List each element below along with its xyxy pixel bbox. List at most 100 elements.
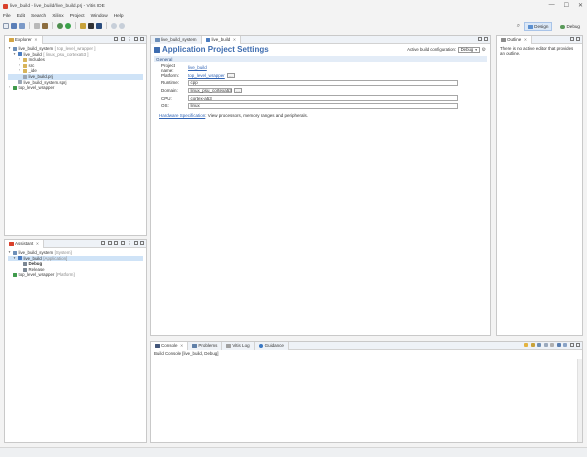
vitis-logo-icon: [3, 3, 8, 9]
manage-build-configs-icon[interactable]: ⚙: [482, 47, 486, 53]
runtime-label: Runtime:: [161, 80, 180, 86]
tab-live-build-system[interactable]: live_build_system: [151, 35, 202, 44]
word-wrap-icon[interactable]: [543, 343, 548, 347]
title-bar: live_build - live_build/live_build.prj -…: [0, 0, 587, 12]
build-config-select[interactable]: Debug ▾: [457, 46, 481, 53]
maximize-view-icon[interactable]: [484, 37, 488, 41]
settings-icon[interactable]: [120, 241, 125, 245]
forward-icon[interactable]: [119, 22, 125, 29]
system-icon: [155, 37, 160, 42]
debug-project-icon[interactable]: [107, 241, 112, 245]
build-icon[interactable]: [42, 22, 48, 29]
project-name-link[interactable]: live_build: [188, 65, 207, 70]
build-project-icon[interactable]: [101, 241, 105, 245]
view-menu-icon[interactable]: ⋮: [127, 241, 132, 246]
collapse-arrow-icon[interactable]: ›: [18, 68, 21, 74]
tab-live-build[interactable]: live_build ✕: [201, 35, 242, 44]
folder-icon: [22, 57, 27, 62]
tree-item[interactable]: › top_level_wrapper: [8, 85, 143, 91]
close-tab-icon[interactable]: ✕: [36, 241, 39, 246]
cpu-field: cortex-a53: [188, 95, 458, 101]
program-device-icon[interactable]: [80, 22, 86, 29]
close-button[interactable]: ✕: [578, 2, 583, 9]
tree-item[interactable]: top_level_wrapper [Platform]: [8, 272, 143, 278]
xsct-console-icon[interactable]: [88, 22, 94, 29]
menu-xilinx[interactable]: Xilinx: [52, 14, 63, 19]
domain-browse-button[interactable]: …: [234, 87, 242, 94]
tab-explorer[interactable]: Explorer ✕: [5, 35, 43, 44]
folder-icon: [22, 63, 27, 68]
close-tab-icon[interactable]: ✕: [34, 37, 37, 42]
build-config-label: Active build configuration:: [407, 47, 457, 52]
platform-link[interactable]: top_level_wrapper: [188, 73, 225, 78]
platform-browse-button[interactable]: …: [226, 72, 235, 79]
tree-item-suffix: [ linux_psu_cortexa53 ]: [43, 51, 89, 57]
scroll-lock-icon[interactable]: [537, 343, 541, 347]
close-tab-icon[interactable]: ✕: [233, 37, 236, 42]
link-editor-icon[interactable]: [120, 37, 125, 41]
minimize-view-icon[interactable]: [477, 37, 482, 41]
minimize-view-icon[interactable]: [133, 241, 138, 245]
debug-icon[interactable]: [57, 22, 63, 29]
tab-assistant[interactable]: Assistant ✕: [5, 239, 45, 248]
menu-search[interactable]: Search: [31, 14, 46, 19]
console-scrollbar[interactable]: [577, 359, 582, 442]
outline-message: There is no active editor that provides …: [500, 46, 574, 57]
run-project-icon[interactable]: [114, 241, 118, 245]
assistant-panel: Assistant ✕ ⋮ ▾ live_build_system [System]…: [4, 239, 147, 443]
display-console-icon[interactable]: [556, 343, 561, 347]
file-icon: [17, 80, 22, 85]
clear-console-icon[interactable]: [530, 343, 535, 347]
maximize-view-icon[interactable]: [140, 37, 144, 41]
maximize-view-icon[interactable]: [576, 343, 580, 347]
manage-configurations-icon[interactable]: [34, 22, 40, 29]
run-icon[interactable]: [65, 22, 71, 29]
minimize-button[interactable]: —: [549, 2, 555, 9]
save-icon[interactable]: [11, 22, 17, 29]
close-tab-icon[interactable]: ✕: [524, 37, 527, 42]
close-tab-icon[interactable]: ✕: [180, 343, 183, 348]
terminal-icon[interactable]: [96, 22, 102, 29]
new-icon[interactable]: [3, 22, 9, 29]
editor-panel: live_build_system live_build ✕ Applicati…: [150, 35, 491, 336]
search-icon[interactable]: ⌕: [517, 23, 520, 30]
minimize-view-icon[interactable]: [133, 37, 138, 41]
perspective-design[interactable]: Design: [524, 22, 553, 31]
app-project-icon: [205, 37, 211, 42]
menu-edit[interactable]: Edit: [17, 14, 25, 19]
pin-console-icon[interactable]: [550, 343, 554, 347]
expand-arrow-icon[interactable]: ▾: [8, 46, 11, 52]
maximize-button[interactable]: ☐: [564, 2, 569, 9]
tab-outline[interactable]: Outline ✕: [497, 35, 533, 44]
view-menu-icon[interactable]: ⋮: [127, 37, 132, 42]
tab-console[interactable]: Console ✕: [151, 341, 189, 350]
system-icon: [12, 46, 17, 51]
minimize-view-icon[interactable]: [569, 343, 574, 347]
design-perspective-icon: [528, 24, 533, 29]
menu-help[interactable]: Help: [114, 14, 124, 19]
tab-vitis-log[interactable]: Vitis Log: [222, 341, 255, 350]
menu-project[interactable]: Project: [70, 14, 85, 19]
expand-arrow-icon[interactable]: ▾: [13, 52, 16, 58]
maximize-view-icon[interactable]: [140, 241, 144, 245]
perspective-debug[interactable]: Debug: [556, 22, 584, 31]
project-name-label: Project name:: [161, 62, 176, 73]
hammer-icon: [22, 261, 27, 266]
menu-file[interactable]: File: [3, 14, 11, 19]
expand-arrow-icon[interactable]: ▾: [8, 250, 11, 256]
warning-icon[interactable]: [524, 343, 528, 347]
os-label: OS:: [161, 103, 169, 109]
collapse-all-icon[interactable]: [114, 37, 118, 41]
hardware-spec-link[interactable]: Hardware Specification: [159, 113, 205, 118]
expand-arrow-icon[interactable]: ▾: [13, 256, 16, 262]
tab-problems[interactable]: Problems: [188, 341, 223, 350]
os-field: linux: [188, 102, 458, 109]
collapse-arrow-icon[interactable]: ›: [8, 85, 11, 91]
menu-window[interactable]: Window: [91, 14, 108, 19]
open-console-icon[interactable]: [563, 343, 567, 347]
save-all-icon[interactable]: [19, 22, 25, 29]
tab-guidance[interactable]: Guidance: [254, 341, 289, 350]
maximize-view-icon[interactable]: [576, 37, 580, 41]
minimize-view-icon[interactable]: [569, 37, 574, 41]
back-icon[interactable]: [111, 22, 117, 29]
